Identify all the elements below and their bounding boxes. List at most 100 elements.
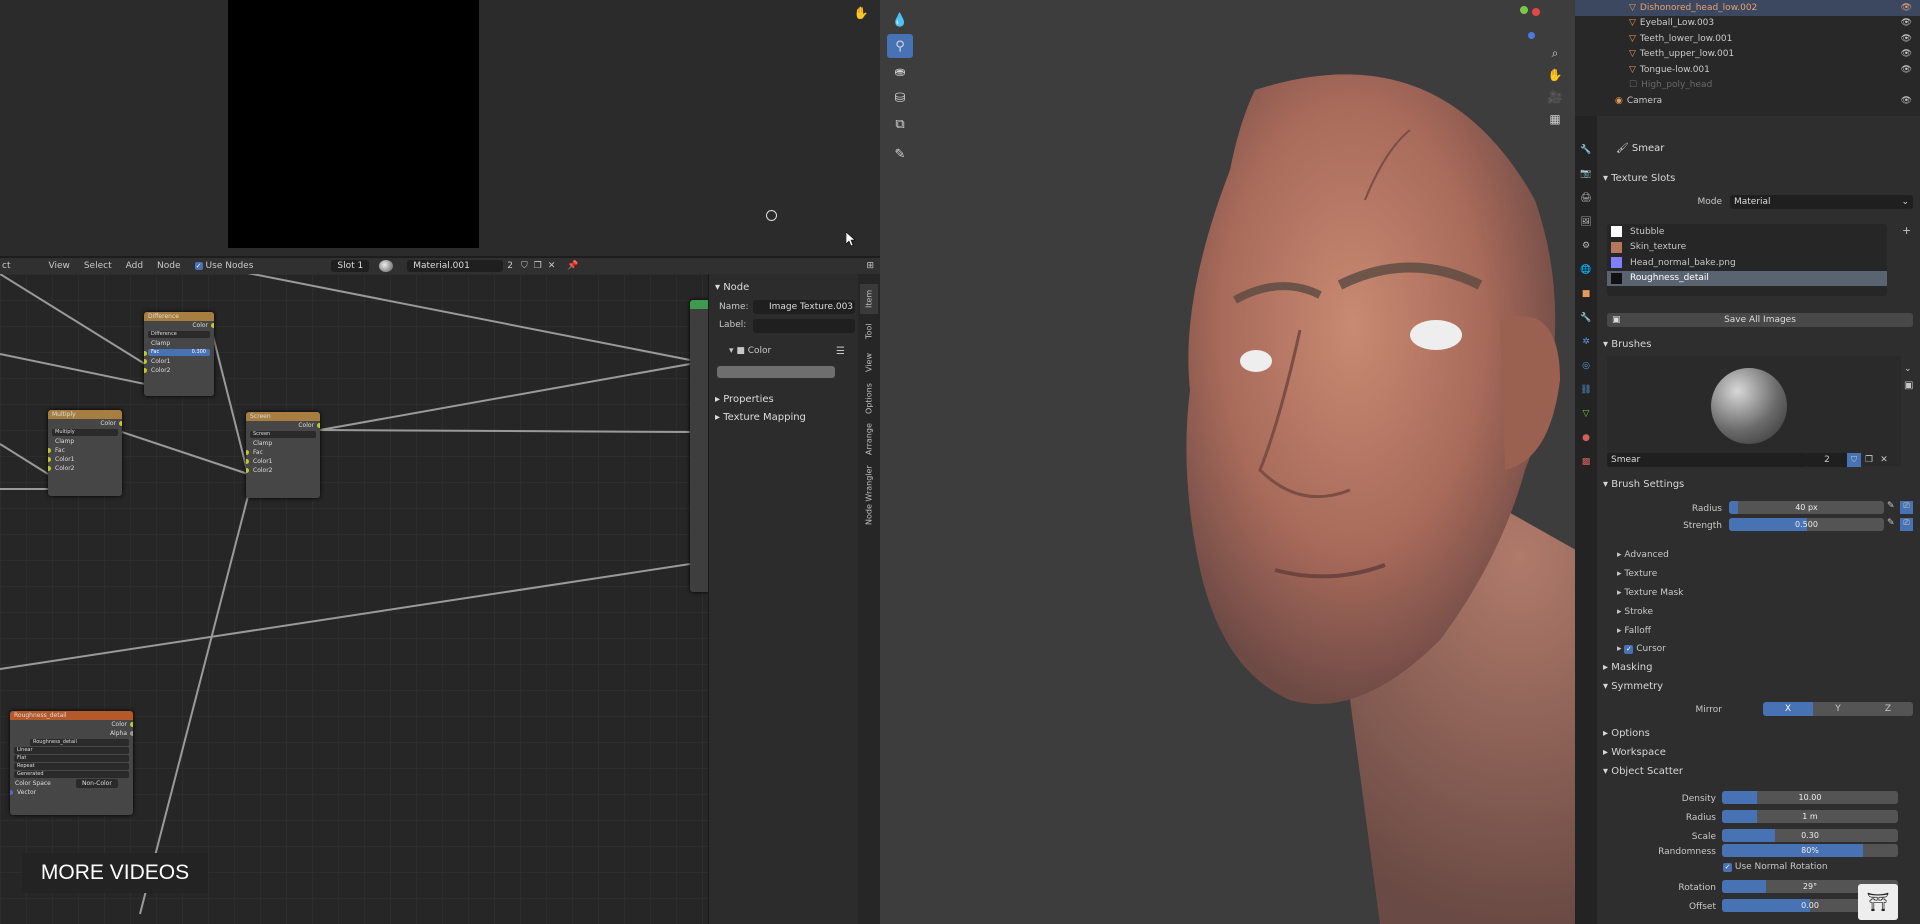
brush-settings-section[interactable]: ▾ Brush Settings [1603,479,1684,490]
clamp-checkbox[interactable]: Clamp [246,439,320,448]
zoom-icon[interactable]: ⌕ [1546,44,1564,62]
particles-tab-icon[interactable]: ✲ [1578,334,1594,350]
copy-icon[interactable]: ❐ [1862,453,1876,467]
texture-mask-subpanel[interactable]: ▸ Texture Mask [1617,588,1683,598]
fac-slider[interactable]: Fac 0.300 [144,349,210,356]
physics-tab-icon[interactable]: ◎ [1578,358,1594,374]
material-tab-icon[interactable]: ● [1578,430,1594,446]
image-select[interactable]: Roughness_detail [30,739,129,746]
visibility-eye-icon[interactable]: 👁 [1901,18,1912,28]
masking-section[interactable]: ▸ Masking [1603,662,1652,673]
3d-viewport[interactable]: ⌕ ✋ 🎥 ▦ [880,0,1575,924]
mode-select[interactable]: Material ⌄ [1730,195,1913,209]
outliner-row[interactable]: ▽ Teeth_upper_low.001 👁 [1575,47,1920,63]
properties-section[interactable]: ▸ Properties [715,394,774,405]
symmetry-section[interactable]: ▾ Symmetry [1603,681,1663,692]
menu-node[interactable]: Node [157,261,181,271]
advanced-subpanel[interactable]: ▸ Advanced [1617,550,1669,560]
node-editor-canvas[interactable]: Difference Color Difference Clamp Fac 0.3… [0,274,710,924]
mirror-z-toggle[interactable]: Z [1863,702,1913,716]
texture-tab-icon[interactable]: ▩ [1578,454,1594,470]
clamp-checkbox[interactable]: Clamp [144,339,214,348]
outliner-row[interactable]: ▽ Dishonored_head_low.002 👁 [1575,0,1920,16]
mask-tool-icon[interactable]: ⧉ [887,112,913,136]
screen-node[interactable]: Screen Color Screen Clamp Fac Color1 Col… [246,412,320,498]
material-field[interactable]: Material.001 [407,260,504,272]
use-normal-rotation-checkbox[interactable]: ✓ [1723,863,1732,872]
scatter-slider[interactable]: 10.00 [1722,791,1898,804]
menu-select[interactable]: Select [84,261,112,271]
gizmo-y-icon[interactable] [1520,6,1528,14]
color-space-row[interactable]: Color Space Non-Color [10,779,133,788]
menu-add[interactable]: Add [126,261,143,271]
brush-sphere-icon[interactable] [1711,368,1787,444]
visibility-eye-icon[interactable]: 👁 [1901,49,1912,59]
smear-tool-icon[interactable]: ⚲ [887,34,913,58]
source-select[interactable]: Generated [14,771,129,778]
more-videos-button[interactable]: MORE VIDEOS [22,853,208,893]
checkbox-icon[interactable]: ☐ [1629,80,1637,90]
world-tab-icon[interactable]: 🌐 [1578,262,1594,278]
close-icon[interactable]: ✕ [548,261,556,271]
pressure-icon[interactable]: ✎ [1887,501,1895,511]
stroke-subpanel[interactable]: ▸ Stroke [1617,607,1653,617]
menu-view[interactable]: View [48,261,69,271]
tab-tool[interactable]: Tool [860,316,878,346]
camera-view-icon[interactable]: 🎥 [1546,88,1564,106]
roughness-image-node[interactable]: Roughness_detail Color Alpha Roughness_d… [10,711,133,815]
texture-slot-item[interactable]: Skin_texture [1607,240,1887,256]
fake-user-icon[interactable]: ⛉ [521,261,528,271]
snap-icon[interactable]: ⊞ [866,261,874,271]
material-users[interactable]: 2 [507,261,513,271]
brushes-section[interactable]: ▾ Brushes [1603,339,1651,350]
texture-slot-item[interactable]: Stubble [1607,224,1887,240]
tab-node-wrangler[interactable]: Node Wrangler [860,460,878,530]
vector-socket[interactable]: Vector [10,788,133,797]
blend-mode-select[interactable]: Difference [148,331,210,338]
color1-socket[interactable]: Color1 [246,457,320,466]
radius-slider[interactable]: 40 px [1729,501,1884,514]
copy-icon[interactable]: ❐ [534,261,542,271]
slot-select[interactable]: Slot 1 [331,260,370,272]
scene-tab-icon[interactable]: ⚙ [1578,238,1594,254]
pressure-icon[interactable]: ✎ [1887,518,1895,528]
brush-image-icon[interactable]: ▣ [1904,380,1913,391]
data-tab-icon[interactable]: ▽ [1578,406,1594,422]
expand-icon[interactable]: ⌄ [1904,364,1912,374]
texture-slot-item[interactable]: Head_normal_bake.png [1607,255,1887,271]
render-tab-icon[interactable]: 📷 [1578,166,1594,182]
brush-users[interactable]: 2 [1807,453,1847,467]
output-tab-icon[interactable]: 🖨 [1578,190,1594,206]
mirror-y-toggle[interactable]: Y [1813,702,1863,716]
scatter-slider[interactable]: 0.30 [1722,829,1898,842]
cursor-checkbox[interactable]: ✓ [1624,645,1634,654]
gizmo-z-icon[interactable] [1528,32,1535,39]
node-color-swatch[interactable] [717,366,835,378]
pan-hand-icon[interactable]: ✋ [852,4,870,22]
annotate-tool-icon[interactable]: ✎ [887,142,913,166]
texture-subpanel[interactable]: ▸ Texture [1617,569,1657,579]
blend-mode-select[interactable]: Multiply [52,429,118,436]
menu-edit[interactable]: ct [2,261,10,271]
tab-arrange[interactable]: Arrange [860,420,878,458]
falloff-subpanel[interactable]: ▸ Falloff [1617,626,1651,636]
add-slot-icon[interactable]: + [1902,224,1911,237]
fill-tool-icon[interactable]: ⛁ [887,86,913,110]
cursor-subpanel[interactable]: ▸ ✓ Cursor [1617,644,1666,654]
fake-user-icon[interactable]: ⛉ [1847,453,1861,467]
mirror-x-toggle[interactable]: X [1763,702,1813,716]
clone-tool-icon[interactable]: ⛂ [887,60,913,84]
visibility-eye-icon[interactable]: 👁 [1901,96,1912,106]
radius-pressure-toggle-icon[interactable]: ⎚ [1900,501,1913,514]
principled-bsdf-node[interactable] [690,300,710,592]
color-subpanel[interactable]: ▾ ■ Color [729,346,771,356]
color1-socket[interactable]: Color1 [48,455,122,464]
material-sphere-icon[interactable] [379,260,394,272]
use-nodes-checkbox[interactable]: ✓ [194,262,203,270]
tool-tab-icon[interactable]: 🔧 [1578,142,1594,158]
gizmo-x-icon[interactable] [1532,8,1540,16]
tab-view[interactable]: View [860,348,878,378]
fac-socket[interactable]: Fac [246,448,320,457]
projection-select[interactable]: Flat [14,755,129,762]
blend-mode-select[interactable]: Screen [250,431,316,438]
